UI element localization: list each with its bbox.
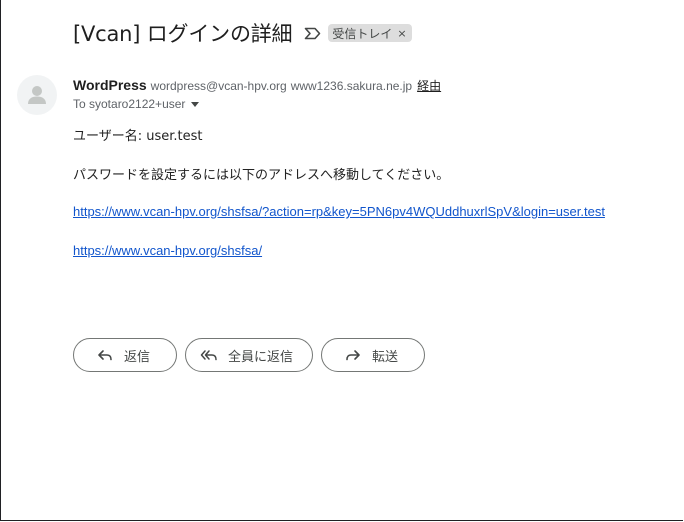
reply-button[interactable]: 返信 [73, 338, 177, 372]
person-icon [28, 86, 46, 104]
subject-row: [Vcan] ログインの詳細 受信トレイ × [73, 18, 412, 48]
username-line: ユーザー名: user.test [73, 129, 203, 144]
forward-arrow-icon [344, 346, 362, 364]
email-subject: [Vcan] ログインの詳細 [73, 22, 293, 46]
show-details-caret-icon[interactable] [191, 101, 200, 107]
forward-button[interactable]: 転送 [321, 338, 425, 372]
recipient-row: To syotaro2122+user [73, 97, 200, 111]
site-link[interactable]: https://www.vcan-hpv.org/shsfsa/ [73, 243, 262, 258]
sender-avatar[interactable] [17, 75, 57, 115]
inbox-label-text: 受信トレイ [332, 26, 393, 41]
sender-name[interactable]: WordPress [73, 77, 147, 93]
recipient-text: To syotaro2122+user [73, 97, 186, 111]
inbox-label-chip[interactable]: 受信トレイ × [328, 24, 412, 42]
via-host: www1236.sakura.ne.jp [290, 79, 413, 93]
important-marker-icon[interactable] [304, 26, 322, 40]
reply-all-button[interactable]: 全員に返信 [185, 338, 313, 372]
forward-label: 転送 [372, 349, 399, 365]
reply-label: 返信 [124, 349, 151, 365]
reply-all-label: 全員に返信 [228, 349, 294, 365]
via-info-link[interactable]: 経由 [417, 77, 441, 94]
reply-arrow-icon [96, 346, 114, 364]
remove-label-icon[interactable]: × [397, 27, 406, 40]
sender-row: WordPress wordpress@vcan-hpv.org www1236… [73, 77, 441, 94]
sender-email: wordpress@vcan-hpv.org [150, 79, 287, 93]
password-reset-link[interactable]: https://www.vcan-hpv.org/shsfsa/?action=… [73, 204, 605, 219]
reply-all-arrow-icon [200, 346, 218, 364]
instruction-line: パスワードを設定するには以下のアドレスへ移動してください。 [73, 168, 450, 183]
